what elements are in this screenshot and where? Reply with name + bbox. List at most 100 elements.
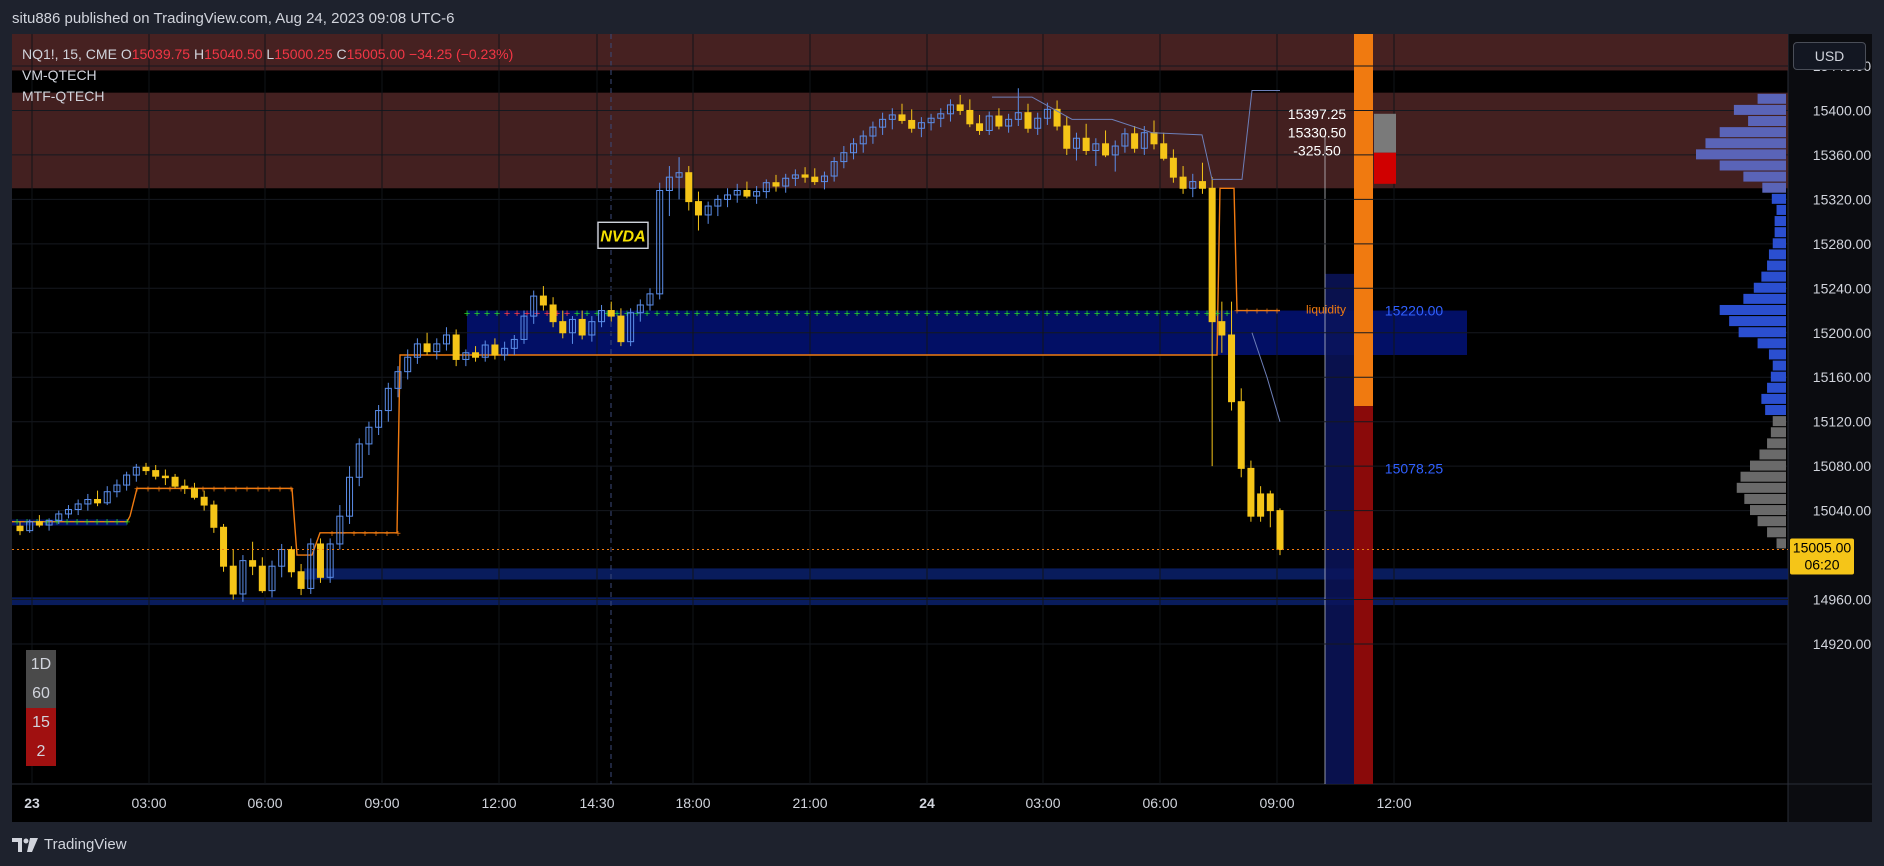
level-marker: +: [824, 309, 831, 321]
volume-profile-bar: [1719, 160, 1786, 171]
level-marker: +: [1114, 309, 1121, 321]
candle-body: [1102, 143, 1110, 156]
time-axis-label: 12:00: [481, 795, 516, 811]
candle-body: [976, 123, 984, 131]
price-axis-label: 14920.00: [1813, 636, 1872, 652]
level-marker: +: [288, 485, 294, 496]
level-marker: +: [834, 309, 841, 321]
volume-profile-bar: [1705, 138, 1786, 149]
candle-body: [258, 565, 266, 592]
indicator-mtf-qtech[interactable]: MTF-QTECH: [22, 86, 513, 107]
level-marker: +: [222, 485, 228, 496]
candle-body: [1266, 493, 1274, 512]
level-marker: +: [1134, 309, 1141, 321]
candle-body: [472, 352, 480, 358]
timeframe-15: 15: [26, 708, 56, 737]
level-marker: +: [874, 309, 881, 321]
level-marker: +: [1244, 308, 1250, 319]
level-marker: +: [277, 485, 283, 496]
level-marker: +: [1004, 309, 1011, 321]
candle-body: [995, 115, 1003, 127]
volume-profile-bar: [1776, 538, 1786, 549]
level-marker: +: [1104, 309, 1111, 321]
volume-profile-bar: [1750, 460, 1786, 471]
volume-profile-bar: [1772, 416, 1786, 427]
chart-area[interactable]: 15440.0015400.0015360.0015320.0015280.00…: [12, 34, 1872, 822]
level-marker: +: [94, 518, 101, 530]
candle-body: [210, 504, 218, 528]
volume-profile-bar: [1738, 327, 1786, 338]
tradingview-logo-icon: [12, 837, 38, 852]
volume-profile-bar: [1765, 405, 1786, 416]
level-marker: +: [244, 485, 250, 496]
volume-profile-bar: [1768, 349, 1786, 360]
level-marker: +: [754, 309, 761, 321]
candle-body: [491, 344, 499, 356]
level-marker: +: [794, 309, 801, 321]
volume-profile-bar: [1770, 371, 1786, 382]
countdown-label: 06:20: [1804, 557, 1839, 573]
candle-body: [1179, 176, 1187, 189]
indicator-vm-qtech[interactable]: VM-QTECH: [22, 65, 513, 86]
level-marker: +: [1194, 309, 1201, 321]
volume-profile-bar: [1776, 204, 1786, 215]
candle-body: [1160, 143, 1168, 159]
candle-body: [229, 565, 237, 595]
level-marker: +: [211, 485, 217, 496]
measure-bottom-label: 15330.50: [1288, 125, 1347, 141]
volume-profile-bar: [1733, 104, 1786, 115]
level-marker: +: [1124, 309, 1131, 321]
volume-profile-bar: [1772, 238, 1786, 249]
level-marker: +: [1144, 309, 1151, 321]
level-marker: +: [864, 309, 871, 321]
currency-button[interactable]: USD: [1793, 42, 1866, 70]
volume-profile-bar: [1719, 304, 1786, 315]
level-marker: +: [1034, 309, 1041, 321]
measure-top-label: 15397.25: [1288, 106, 1347, 122]
low-label: L15000.25: [266, 46, 333, 62]
level-marker: +: [167, 485, 173, 496]
resistance-zone: [12, 92, 1788, 189]
price-chart[interactable]: 15440.0015400.0015360.0015320.0015280.00…: [12, 34, 1872, 822]
level-marker: +: [974, 309, 981, 321]
level-marker: +: [1074, 309, 1081, 321]
publisher-text: situ886 published on TradingView.com, Au…: [12, 10, 455, 27]
volume-profile-bar: [1750, 505, 1786, 516]
level-marker: +: [1014, 309, 1021, 321]
event-label: NVDA: [600, 228, 645, 245]
candle-body: [200, 496, 208, 506]
price-axis-label: 15360.00: [1813, 147, 1872, 163]
footer-bar: [0, 822, 1884, 866]
tradingview-logo[interactable]: TradingView: [12, 836, 127, 853]
volume-profile-bar: [1744, 493, 1786, 504]
level-marker: +: [694, 309, 701, 321]
level-marker: +: [1234, 308, 1240, 319]
level-marker: +: [944, 309, 951, 321]
level-marker: +: [654, 309, 661, 321]
session-column: [1325, 273, 1357, 784]
last-price-label: 15005.00: [1793, 540, 1852, 556]
volume-profile-bar: [1762, 182, 1786, 193]
price-axis-label: 14960.00: [1813, 592, 1872, 608]
price-axis-label: 15240.00: [1813, 280, 1872, 296]
time-axis-label: 23: [24, 795, 40, 811]
level-label-2: 15078.25: [1385, 460, 1444, 476]
volume-profile-bar: [1770, 427, 1786, 438]
timeframe-2: 2: [26, 737, 56, 766]
close-label: C15005.00: [336, 46, 406, 62]
level-marker: +: [233, 485, 239, 496]
volume-profile-bar: [1748, 116, 1786, 127]
candle-body: [1063, 125, 1071, 149]
candle-body: [811, 176, 819, 183]
candle-body: [452, 334, 460, 360]
candle-body: [16, 525, 24, 532]
time-axis-label: 06:00: [1142, 795, 1177, 811]
level-marker: +: [200, 485, 206, 496]
liquidity-label: liquidity: [1306, 303, 1346, 317]
chart-legend: NQ1!, 15, CME O15039.75 H15040.50 L15000…: [22, 44, 513, 107]
volume-profile-bar: [1761, 271, 1786, 282]
level-marker: +: [74, 518, 81, 530]
price-axis-label: 15320.00: [1813, 191, 1872, 207]
volume-profile-bar: [1759, 449, 1786, 460]
candle-body: [743, 189, 751, 197]
